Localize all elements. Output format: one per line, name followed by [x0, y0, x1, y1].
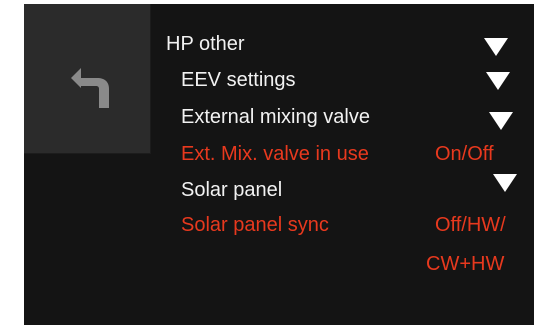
setting-value-solar-sync-line1[interactable]: Off/HW/ — [435, 213, 506, 237]
menu-item-external-mixing-valve[interactable]: External mixing valve — [181, 105, 370, 129]
setting-value-solar-sync-line2[interactable]: CW+HW — [426, 252, 504, 276]
back-button[interactable] — [24, 4, 151, 154]
dropdown-triangle-icon[interactable] — [484, 38, 508, 56]
dropdown-triangle-icon[interactable] — [486, 72, 510, 90]
menu-item-solar-panel[interactable]: Solar panel — [181, 178, 282, 202]
menu-screen: HP other EEV settings External mixing va… — [24, 4, 534, 325]
setting-solar-panel-sync[interactable]: Solar panel sync — [181, 213, 329, 237]
setting-ext-mix-valve-in-use[interactable]: Ext. Mix. valve in use — [181, 142, 369, 166]
back-arrow-icon — [71, 62, 109, 108]
setting-value-on-off[interactable]: On/Off — [435, 142, 494, 166]
menu-item-hp-other[interactable]: HP other — [166, 32, 245, 56]
dropdown-triangle-icon[interactable] — [493, 174, 517, 192]
menu-item-eev-settings[interactable]: EEV settings — [181, 68, 296, 92]
dropdown-triangle-icon[interactable] — [489, 112, 513, 130]
